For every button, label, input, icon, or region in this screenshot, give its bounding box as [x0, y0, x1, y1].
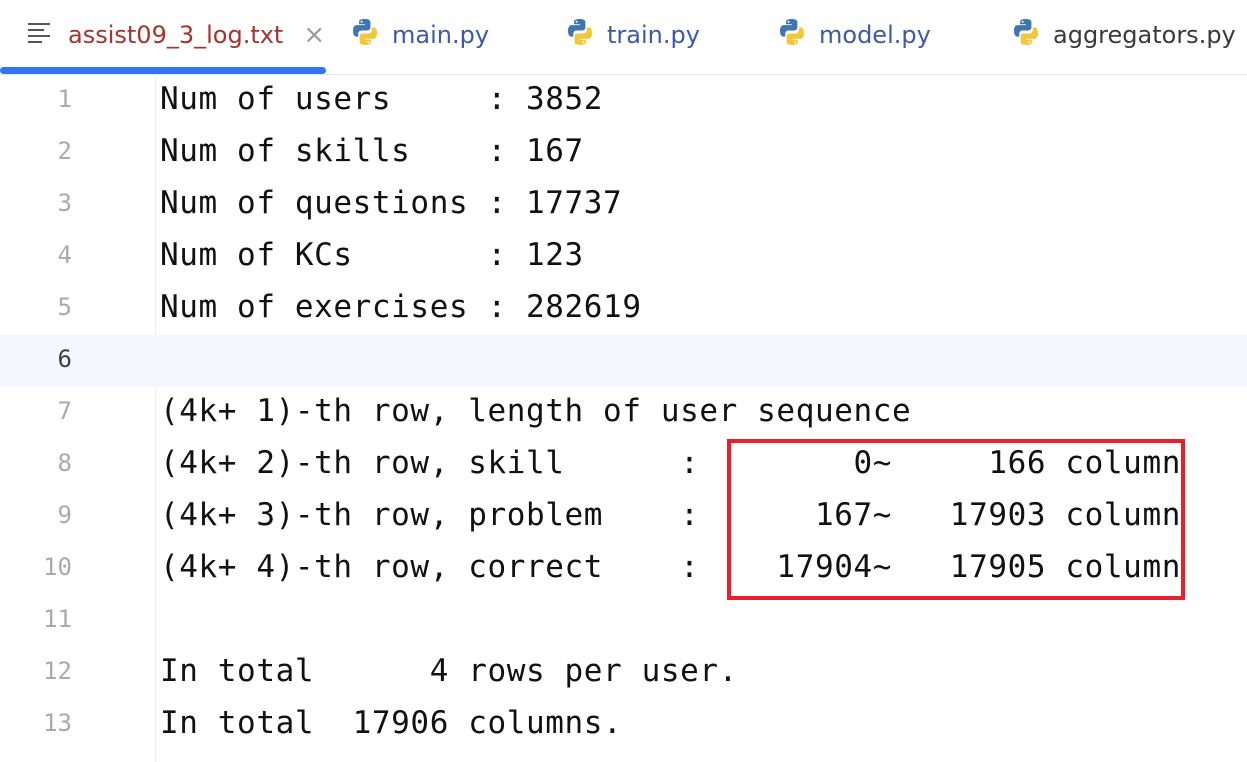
tab-label: train.py [607, 21, 700, 49]
editor-line-current[interactable]: 6 [0, 335, 1247, 387]
line-text: Num of exercises : 282619 [160, 289, 642, 325]
tab-aggregators-py[interactable]: aggregators.py [1011, 0, 1236, 70]
line-number: 1 [57, 85, 72, 113]
line-text: Num of users : 3852 [160, 81, 604, 117]
editor-line[interactable]: 7 (4k+ 1)-th row, length of user sequenc… [0, 387, 1247, 439]
red-highlight-box [727, 439, 1185, 600]
tab-label: aggregators.py [1053, 21, 1236, 49]
active-tab-indicator [0, 67, 326, 74]
python-icon [350, 17, 380, 53]
python-icon [777, 17, 807, 53]
line-text: In total 17906 columns. [160, 705, 623, 741]
line-number: 3 [57, 189, 72, 217]
line-text: Num of KCs : 123 [160, 237, 584, 273]
line-number: 11 [43, 605, 72, 633]
line-number: 12 [43, 657, 72, 685]
editor-line[interactable]: 13 In total 17906 columns. [0, 699, 1247, 751]
line-number: 7 [57, 397, 72, 425]
editor-line[interactable]: 1 Num of users : 3852 [0, 75, 1247, 127]
line-text: (4k+ 1)-th row, length of user sequence [160, 393, 912, 429]
text-file-icon [28, 21, 54, 49]
python-icon [1011, 17, 1041, 53]
line-number: 4 [57, 241, 72, 269]
line-text: Num of skills : 167 [160, 133, 584, 169]
line-number: 9 [57, 501, 72, 529]
editor-tab-bar: assist09_3_log.txt × main.py train.py mo… [0, 0, 1247, 75]
tab-model-py[interactable]: model.py [777, 0, 931, 70]
editor-line[interactable]: 11 [0, 595, 1247, 647]
code-editor[interactable]: 1 Num of users : 3852 2 Num of skills : … [0, 75, 1247, 762]
python-icon [565, 17, 595, 53]
tab-train-py[interactable]: train.py [565, 0, 700, 70]
tab-main-py[interactable]: main.py [350, 0, 489, 70]
tab-assist09-log[interactable]: assist09_3_log.txt × [28, 0, 325, 70]
editor-line[interactable]: 4 Num of KCs : 123 [0, 231, 1247, 283]
tab-label: assist09_3_log.txt [68, 21, 284, 49]
line-number: 2 [57, 137, 72, 165]
line-number: 10 [43, 553, 72, 581]
line-number: 8 [57, 449, 72, 477]
line-text: Num of questions : 17737 [160, 185, 623, 221]
editor-line[interactable]: 12 In total 4 rows per user. [0, 647, 1247, 699]
line-number: 5 [57, 293, 72, 321]
editor-line[interactable]: 3 Num of questions : 17737 [0, 179, 1247, 231]
tab-label: model.py [819, 21, 931, 49]
close-tab-icon[interactable]: × [303, 20, 325, 50]
editor-line[interactable]: 2 Num of skills : 167 [0, 127, 1247, 179]
line-text: In total 4 rows per user. [160, 653, 738, 689]
tab-label: main.py [392, 21, 490, 49]
line-number: 13 [43, 709, 72, 737]
editor-line[interactable]: 5 Num of exercises : 282619 [0, 283, 1247, 335]
line-number: 6 [57, 345, 72, 373]
